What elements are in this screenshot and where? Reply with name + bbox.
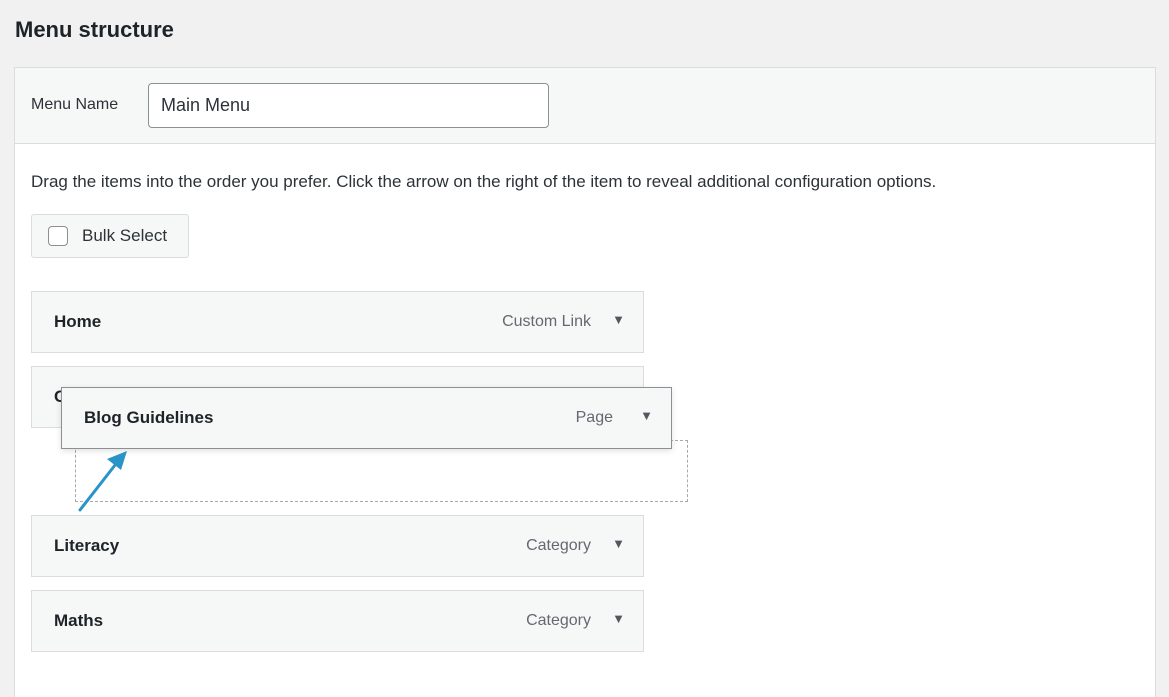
menu-item-title: Home: [54, 312, 102, 331]
menu-item-type: Category: [526, 612, 591, 629]
menu-name-header: Menu Name: [15, 68, 1155, 144]
drag-instructions: Drag the items into the order you prefer…: [31, 172, 937, 191]
menu-item-type: Page: [575, 409, 613, 426]
menu-item-maths[interactable]: Maths Category ▼: [31, 590, 644, 652]
section-title: Menu structure: [15, 17, 174, 42]
chevron-down-icon[interactable]: ▼: [612, 536, 625, 551]
bulk-select-button[interactable]: Bulk Select: [31, 214, 189, 258]
chevron-down-icon[interactable]: ▼: [640, 408, 653, 423]
bulk-select-label: Bulk Select: [82, 226, 168, 245]
dragging-menu-item-blog-guidelines[interactable]: Blog Guidelines Page ▼: [61, 387, 672, 449]
menu-item-literacy[interactable]: Literacy Category ▼: [31, 515, 644, 577]
bulk-select-checkbox[interactable]: [48, 226, 68, 246]
menu-item-home[interactable]: Home Custom Link ▼: [31, 291, 644, 353]
menu-name-input[interactable]: [148, 83, 549, 128]
menu-item-title: Literacy: [54, 536, 120, 555]
chevron-down-icon[interactable]: ▼: [612, 611, 625, 626]
menu-item-type: Custom Link: [502, 313, 591, 330]
menu-item-type: Category: [526, 537, 591, 554]
chevron-down-icon[interactable]: ▼: [612, 312, 625, 327]
menu-item-title: Maths: [54, 611, 104, 630]
menu-item-title: Blog Guidelines: [84, 408, 214, 427]
drop-placeholder: [75, 440, 688, 502]
menu-structure-panel: Menu Name Drag the items into the order …: [14, 67, 1156, 697]
menu-name-label: Menu Name: [31, 96, 119, 113]
